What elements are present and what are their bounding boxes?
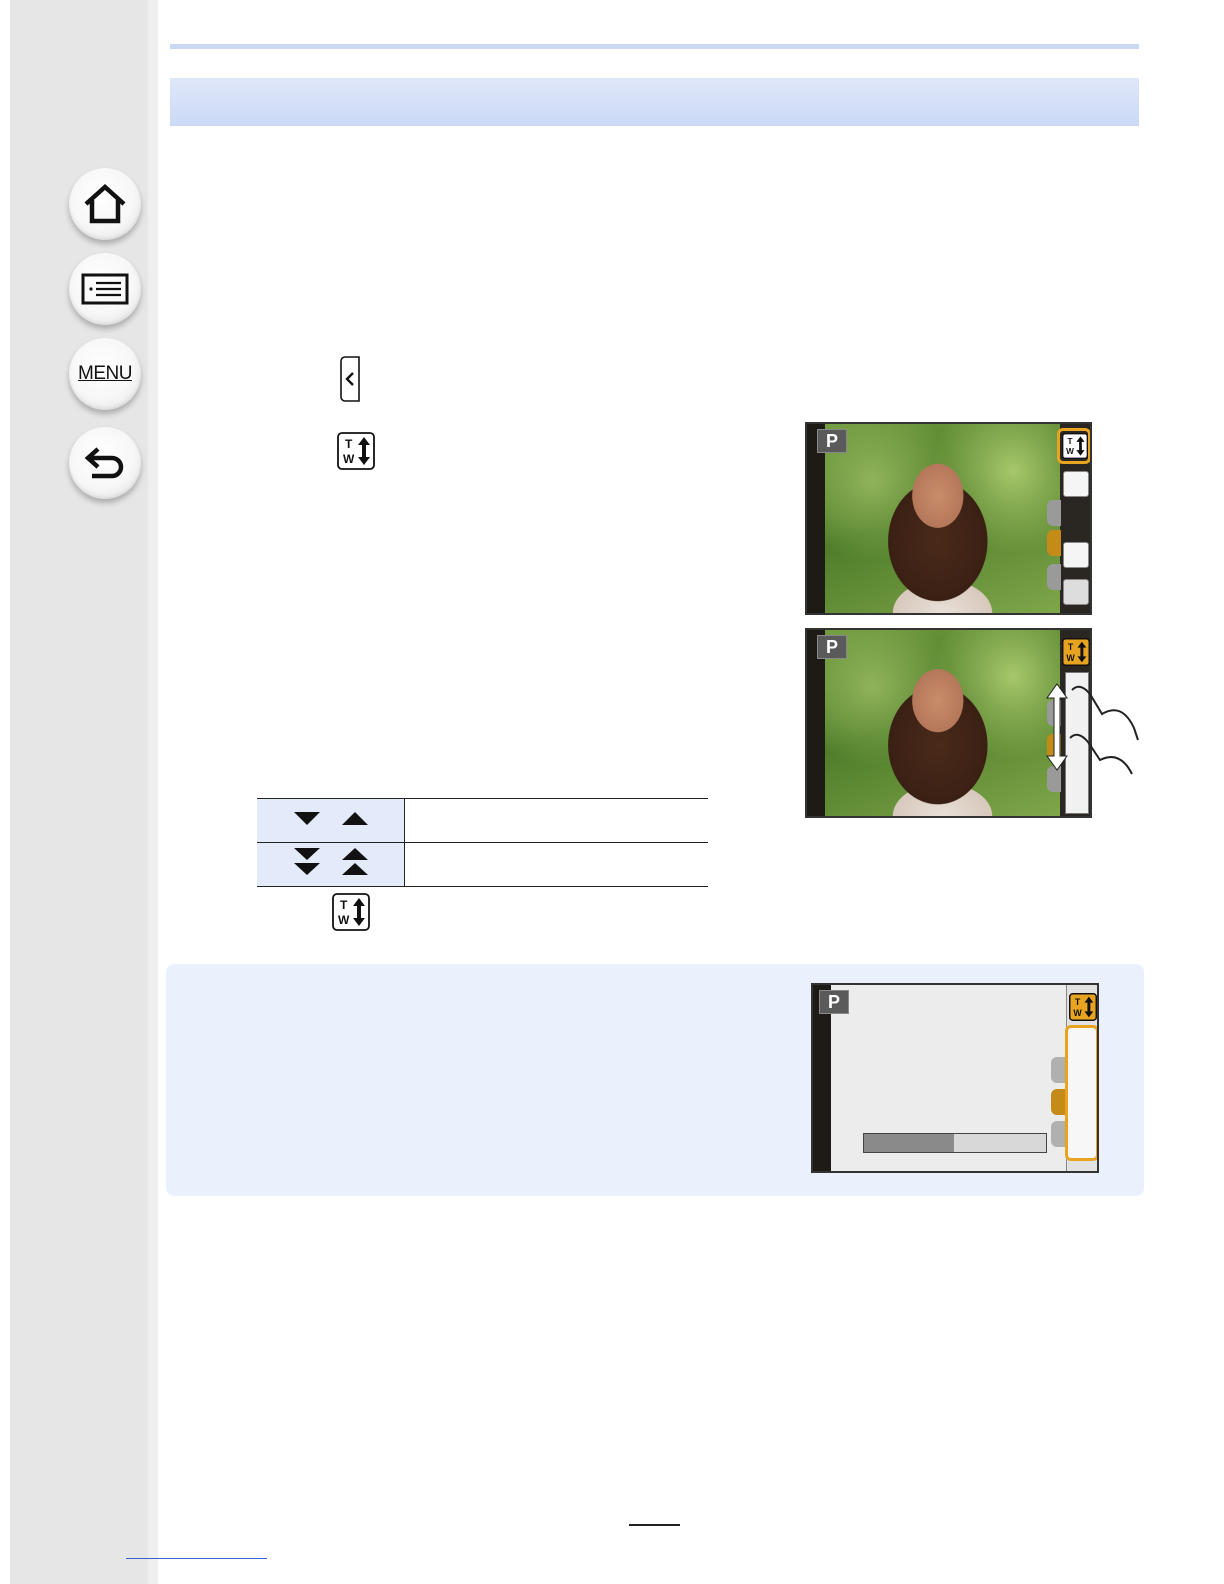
sidebar: [10, 0, 158, 1584]
arrow-tab[interactable]: [1051, 1089, 1065, 1115]
zoom-bar: [863, 1133, 1047, 1153]
touch-ae-icon[interactable]: [1063, 542, 1089, 568]
mode-badge: P: [819, 990, 849, 1014]
hand-gesture-icon: [1069, 685, 1139, 775]
double-triangle-up-icon: [341, 848, 368, 860]
svg-text:T: T: [1068, 642, 1074, 652]
zoom-speed-table: [257, 798, 708, 887]
section-title-band: [170, 78, 1139, 126]
triangle-up-icon: [341, 812, 368, 825]
table-row: [257, 842, 708, 887]
menu-button[interactable]: MENU: [69, 338, 141, 410]
svg-text:W: W: [1066, 447, 1074, 456]
page-number-underline: [629, 1524, 680, 1526]
svg-text:T: T: [345, 437, 353, 451]
svg-text:W: W: [1066, 653, 1075, 663]
arrow-tab[interactable]: [1047, 530, 1061, 556]
fn-tab[interactable]: [1047, 564, 1061, 590]
fast-zoom-symbols: [257, 842, 405, 887]
camera-screen-1: P T W: [805, 422, 1092, 615]
tw-zoom-active-icon[interactable]: T W: [1069, 993, 1097, 1021]
table-row: [257, 798, 708, 843]
triangle-down-icon: [293, 812, 320, 825]
bottom-link-underline[interactable]: [126, 1558, 267, 1559]
top-rule: [170, 44, 1139, 49]
effect-tab[interactable]: [1047, 500, 1061, 526]
list-icon: [81, 273, 129, 305]
home-button[interactable]: [69, 168, 141, 240]
svg-text:T: T: [1075, 997, 1081, 1007]
tab-open-arrow-icon: [340, 356, 360, 402]
mode-badge: P: [817, 635, 847, 659]
portrait-photo: [825, 424, 1060, 613]
back-arrow-icon: [84, 447, 124, 479]
slow-zoom-description: [404, 798, 708, 843]
double-triangle-down-icon: [293, 848, 320, 860]
svg-text:T: T: [340, 898, 348, 912]
portrait-photo: [825, 630, 1060, 816]
menu-label: MENU: [78, 363, 132, 384]
fast-zoom-description: [404, 842, 708, 887]
peak-icon[interactable]: [1063, 579, 1089, 605]
camera-screen-3: P T W: [811, 983, 1099, 1173]
tw-zoom-icon: T W: [337, 432, 375, 470]
zoom-slider-highlighted[interactable]: [1065, 1025, 1097, 1161]
tw-zoom-icon[interactable]: T W: [1062, 433, 1088, 459]
tw-zoom-icon: T W: [332, 893, 370, 931]
svg-text:W: W: [343, 452, 355, 466]
svg-text:W: W: [1073, 1008, 1082, 1018]
mode-badge: P: [817, 429, 847, 453]
camera-screen-2: P T W: [805, 628, 1092, 818]
contents-button[interactable]: [69, 253, 141, 325]
home-icon: [84, 183, 126, 224]
back-button[interactable]: [69, 427, 141, 499]
touch-shutter-off-icon[interactable]: [1063, 471, 1089, 497]
svg-text:T: T: [1067, 437, 1072, 446]
slow-zoom-symbols: [257, 798, 405, 843]
fn-tab[interactable]: [1051, 1121, 1065, 1147]
effect-tab[interactable]: [1051, 1057, 1065, 1083]
tw-zoom-active-icon[interactable]: T W: [1062, 638, 1090, 666]
svg-text:W: W: [338, 913, 350, 927]
